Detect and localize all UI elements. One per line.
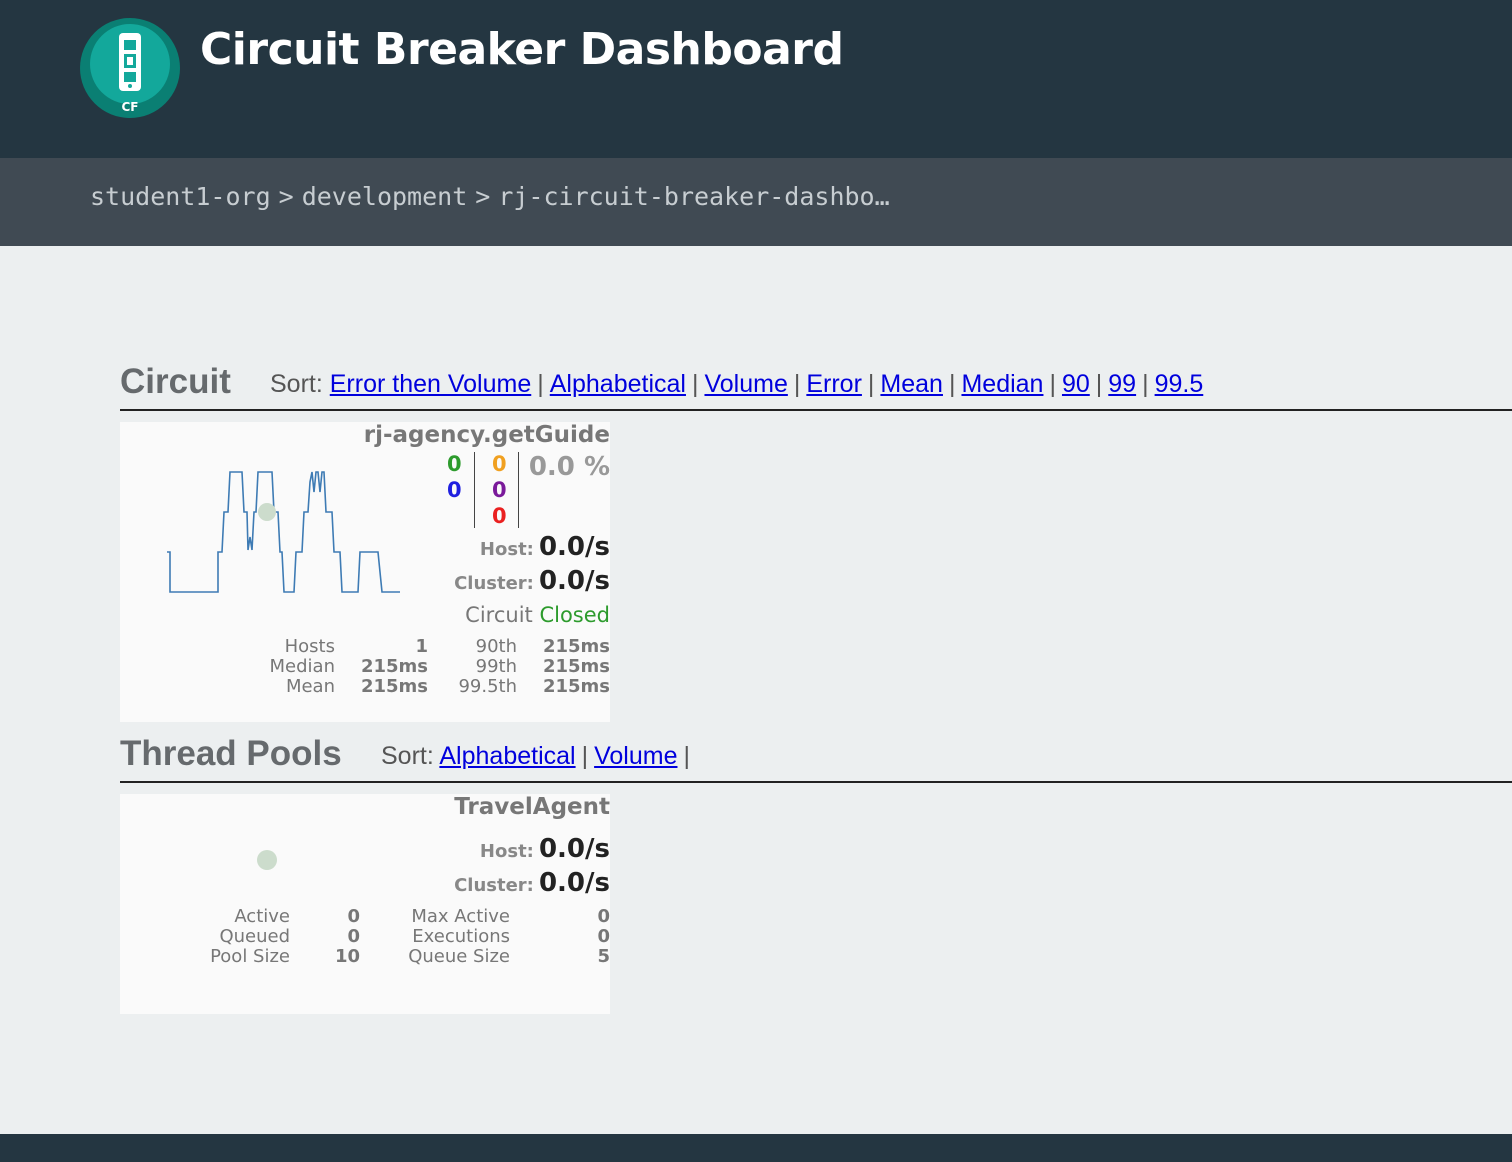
sort-90-link[interactable]: 90 xyxy=(1062,370,1090,398)
breadcrumb-item-space[interactable]: development xyxy=(302,182,468,211)
pool-sort-volume-link[interactable]: Volume xyxy=(594,742,677,770)
page-footer xyxy=(0,1134,1512,1162)
sort-separator: | xyxy=(867,370,875,398)
circuit-status: Circuit Closed xyxy=(465,603,610,627)
host-rate-row: Host: 0.0/s xyxy=(480,532,610,562)
pool-size-value: 10 xyxy=(334,946,360,967)
bad-request-count: 0 xyxy=(492,452,507,476)
circuit-health-indicator xyxy=(258,503,276,521)
breadcrumb: student1-org > development > rj-circuit-brea… xyxy=(90,182,890,211)
threadpool-section-title: Thread Pools xyxy=(120,734,342,773)
host-rate-value: 0.0/s xyxy=(538,532,610,562)
timeout-count: 0 xyxy=(492,478,507,502)
logo-text: CF xyxy=(121,100,138,114)
circuit-status-label: Circuit xyxy=(465,603,533,627)
p90-label: 90th xyxy=(475,636,517,657)
count-divider xyxy=(474,452,475,528)
median-label: Median xyxy=(269,656,335,677)
app-header: CF Circuit Breaker Dashboard xyxy=(0,0,1512,158)
pool-host-rate-value: 0.0/s xyxy=(538,834,610,864)
short-circuited-count: 0 xyxy=(447,478,462,502)
active-value: 0 xyxy=(347,906,360,927)
max-active-label: Max Active xyxy=(411,906,510,927)
sort-separator: | xyxy=(948,370,956,398)
cluster-rate-row: Cluster: 0.0/s xyxy=(454,566,610,596)
hosts-value: 1 xyxy=(415,636,428,657)
hosts-label: Hosts xyxy=(284,636,335,657)
rejected-count: 0 xyxy=(492,504,507,528)
circuit-sparkline xyxy=(167,471,400,593)
max-active-value: 0 xyxy=(597,906,610,927)
threadpool-panel: TravelAgent Host: 0.0/s Cluster: 0.0/s A… xyxy=(120,794,610,1014)
median-value: 215ms xyxy=(360,656,428,677)
cluster-rate-label: Cluster: xyxy=(454,573,534,594)
breadcrumb-separator: > xyxy=(278,182,294,211)
pool-cluster-rate-label: Cluster: xyxy=(454,875,534,896)
queued-label: Queued xyxy=(219,926,290,947)
pool-cluster-rate-value: 0.0/s xyxy=(538,868,610,898)
executions-value: 0 xyxy=(597,926,610,947)
queue-size-value: 5 xyxy=(597,946,610,967)
page-title: Circuit Breaker Dashboard xyxy=(200,24,844,75)
cluster-rate-value: 0.0/s xyxy=(538,566,610,596)
circuit-section-divider xyxy=(120,409,1512,411)
circuit-sort-bar: Sort: Error then Volume | Alphabetical | Vol… xyxy=(270,370,1203,399)
sort-median-link[interactable]: Median xyxy=(961,370,1043,398)
sort-separator: | xyxy=(691,370,699,398)
pool-host-rate-label: Host: xyxy=(479,841,534,862)
mean-value: 215ms xyxy=(360,676,428,697)
active-label: Active xyxy=(234,906,290,927)
threadpool-sort-bar: Sort: Alphabetical | Volume | xyxy=(381,742,696,771)
breadcrumb-separator: > xyxy=(475,182,491,211)
sort-volume-link[interactable]: Volume xyxy=(704,370,787,398)
error-percentage: 0.0 % xyxy=(528,452,610,482)
pool-sort-alphabetical-link[interactable]: Alphabetical xyxy=(439,742,575,770)
sort-99-5-link[interactable]: 99.5 xyxy=(1155,370,1204,398)
sort-error-link[interactable]: Error xyxy=(806,370,862,398)
threadpool-health-indicator xyxy=(257,850,277,870)
cf-logo-icon: CF xyxy=(80,18,180,118)
p99-label: 99th xyxy=(475,656,517,677)
sort-alphabetical-link[interactable]: Alphabetical xyxy=(550,370,686,398)
circuit-section-title: Circuit xyxy=(120,362,231,401)
host-rate-label: Host: xyxy=(479,539,534,560)
circuit-status-value: Closed xyxy=(539,603,610,627)
pool-host-rate-row: Host: 0.0/s xyxy=(480,834,610,864)
sort-separator: | xyxy=(1095,370,1103,398)
p99-value: 215ms xyxy=(542,656,610,677)
pool-size-label: Pool Size xyxy=(210,946,290,967)
p90-value: 215ms xyxy=(542,636,610,657)
sort-separator: | xyxy=(537,370,544,398)
success-count: 0 xyxy=(447,452,462,476)
threadpool-name: TravelAgent xyxy=(454,794,610,820)
sort-error-then-volume-link[interactable]: Error then Volume xyxy=(330,370,532,398)
breadcrumb-item-org[interactable]: student1-org xyxy=(90,182,271,211)
queued-value: 0 xyxy=(347,926,360,947)
pool-cluster-rate-row: Cluster: 0.0/s xyxy=(454,868,610,898)
sort-label: Sort: xyxy=(270,370,323,398)
sort-mean-link[interactable]: Mean xyxy=(880,370,943,398)
sort-separator: | xyxy=(793,370,801,398)
sort-separator: | xyxy=(581,742,589,770)
p995-value: 215ms xyxy=(542,676,610,697)
sort-separator: | xyxy=(683,742,690,770)
threadpool-section-divider xyxy=(120,781,1512,783)
sort-separator: | xyxy=(1142,370,1149,398)
sort-label: Sort: xyxy=(381,742,434,770)
queue-size-label: Queue Size xyxy=(408,946,510,967)
breadcrumb-item-app: rj-circuit-breaker-dashbo… xyxy=(498,182,890,211)
sort-separator: | xyxy=(1049,370,1056,398)
sort-99-link[interactable]: 99 xyxy=(1108,370,1136,398)
circuit-panel: rj-agency.getGuide 0 0 0 0 0 0.0 % Host:… xyxy=(120,422,610,722)
mean-label: Mean xyxy=(285,676,335,697)
p995-label: 99.5th xyxy=(458,676,517,697)
count-divider xyxy=(518,452,519,528)
executions-label: Executions xyxy=(412,926,510,947)
circuit-name: rj-agency.getGuide xyxy=(363,422,610,448)
